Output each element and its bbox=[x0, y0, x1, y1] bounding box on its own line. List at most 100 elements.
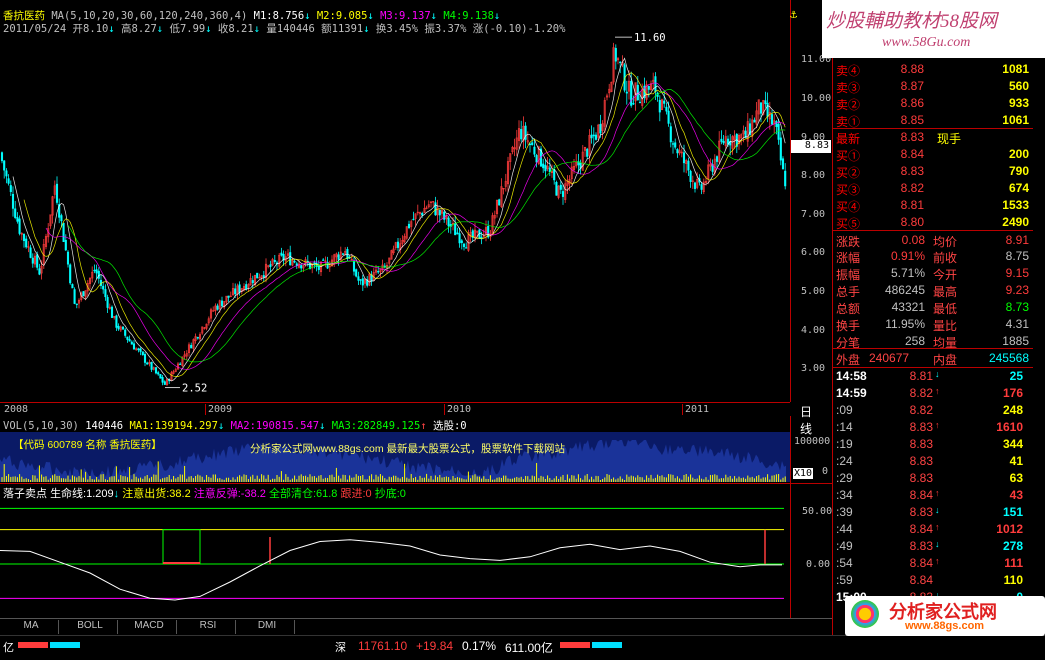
vol-axis-top: 100000 bbox=[794, 436, 831, 447]
tick-arrow: ↑ bbox=[935, 420, 940, 430]
candle-body bbox=[66, 251, 70, 265]
tab-dmi[interactable]: DMI bbox=[240, 620, 295, 634]
candle-body bbox=[619, 61, 622, 63]
tick-row[interactable]: :09 8.82 248 bbox=[833, 402, 1023, 419]
tick-row[interactable]: :34 8.84 ↑ 43 bbox=[833, 487, 1023, 504]
tick-price: 8.84 bbox=[909, 556, 933, 570]
tick-row[interactable]: :54 8.84 ↑ 111 bbox=[833, 555, 1023, 572]
indicator-chart[interactable] bbox=[0, 498, 790, 618]
bar-volume: 量140446 bbox=[266, 23, 315, 35]
period-label[interactable]: 日线 bbox=[800, 403, 812, 437]
candle-body bbox=[498, 199, 501, 206]
candle-body bbox=[599, 124, 602, 134]
index-value: 11761.10 bbox=[358, 639, 408, 653]
tick-row[interactable]: :49 8.83 ↓ 278 bbox=[833, 538, 1023, 555]
candle-body bbox=[93, 269, 96, 272]
bid-volume: 2490 bbox=[1002, 215, 1029, 229]
candle-body bbox=[689, 170, 692, 182]
ask-volume: 1061 bbox=[1002, 113, 1029, 127]
candle-body bbox=[443, 211, 446, 220]
tick-volume: 25 bbox=[1009, 369, 1023, 383]
bid-row[interactable]: 买① 8.84 200 bbox=[833, 146, 1033, 163]
ind-axis-50: 50.00 bbox=[802, 506, 833, 517]
ma-line-30 bbox=[67, 89, 786, 363]
tick-row[interactable]: :39 8.83 ↓ 151 bbox=[833, 504, 1023, 521]
tick-volume: 1012 bbox=[996, 522, 1023, 536]
anchor-icon[interactable]: ⚓ bbox=[790, 7, 797, 21]
candle-body bbox=[7, 178, 10, 184]
tick-row[interactable]: :59 8.84 110 bbox=[833, 572, 1023, 589]
candle-body bbox=[465, 247, 468, 249]
bid-row[interactable]: 买③ 8.82 674 bbox=[833, 180, 1033, 197]
price-tick-label: 8.00 bbox=[801, 170, 826, 182]
candle-body bbox=[590, 134, 593, 139]
tab-boll[interactable]: BOLL bbox=[63, 620, 118, 634]
tick-price: 8.83 bbox=[909, 471, 933, 485]
bid-row[interactable]: 买⑤ 8.80 2490 bbox=[833, 214, 1033, 231]
vol-value: 140446 bbox=[85, 420, 124, 432]
tab-macd[interactable]: MACD bbox=[122, 620, 177, 634]
candle-body bbox=[227, 295, 230, 298]
stat-v2: 8.75 bbox=[1005, 249, 1029, 263]
candle-body bbox=[766, 102, 769, 117]
tick-price: 8.83 bbox=[909, 505, 933, 519]
tick-arrow: ↑ bbox=[935, 556, 940, 566]
year-label: 2009 bbox=[205, 404, 232, 415]
candle-body bbox=[533, 146, 536, 155]
candle-body bbox=[722, 140, 725, 144]
price-tick-label: 3.00 bbox=[801, 363, 826, 375]
ask-row[interactable]: 卖② 8.86 933 bbox=[833, 95, 1033, 112]
candle-body bbox=[9, 185, 12, 192]
bid-volume: 674 bbox=[1008, 181, 1029, 195]
bar-amplitude: 振3.37% bbox=[424, 23, 467, 35]
tick-volume: 176 bbox=[1002, 386, 1023, 400]
bar-turnover: 换3.45% bbox=[375, 23, 418, 35]
tick-row[interactable]: :19 8.83 344 bbox=[833, 436, 1023, 453]
ask-row[interactable]: 卖③ 8.87 560 bbox=[833, 78, 1033, 95]
candle-body bbox=[462, 243, 466, 247]
stat-v1: 11.95% bbox=[885, 317, 925, 331]
index-amount: 611.00亿 bbox=[505, 641, 553, 655]
tick-volume: 111 bbox=[1004, 556, 1023, 570]
bid-row[interactable]: 买② 8.83 790 bbox=[833, 163, 1033, 180]
tab-ma[interactable]: MA bbox=[4, 620, 59, 634]
tick-row[interactable]: 14:58 8.81 ↓ 25 bbox=[833, 368, 1023, 385]
tick-row[interactable]: 14:59 8.82 ↑ 176 bbox=[833, 385, 1023, 402]
tick-row[interactable]: :44 8.84 ↑ 1012 bbox=[833, 521, 1023, 538]
candle-body bbox=[586, 148, 589, 157]
candle-body bbox=[97, 270, 100, 279]
vol-ma3: MA3:282849.125 bbox=[331, 420, 421, 432]
signal-box bbox=[162, 529, 201, 564]
index-label: 深 bbox=[335, 642, 346, 654]
candle-body bbox=[280, 252, 283, 256]
candle-body bbox=[352, 260, 356, 272]
tick-volume: 43 bbox=[1009, 488, 1023, 502]
vol-axis-unit: X10 bbox=[793, 468, 814, 479]
tick-time: :44 bbox=[836, 522, 853, 536]
candle-body bbox=[542, 163, 545, 169]
banner-ad: 分析家公式网www.88gs.com 最新最大股票公式，股票软件下载网站 bbox=[250, 443, 566, 455]
candle-body bbox=[658, 99, 661, 113]
price-chart[interactable]: 11.60 2.52 bbox=[0, 0, 790, 402]
candle-body bbox=[715, 156, 719, 162]
tick-row[interactable]: :24 8.83 41 bbox=[833, 453, 1023, 470]
candle-body bbox=[234, 288, 237, 295]
candle-body bbox=[216, 305, 219, 310]
bid-price: 8.82 bbox=[900, 181, 924, 195]
tick-time: :09 bbox=[836, 403, 853, 417]
watermark-bottom: 分析家公式网 www.88gs.com bbox=[845, 596, 1045, 636]
stat-v1: 486245 bbox=[884, 283, 925, 297]
tick-time: 14:58 bbox=[836, 369, 867, 383]
tick-row[interactable]: :14 8.83 ↑ 1610 bbox=[833, 419, 1023, 436]
tab-rsi[interactable]: RSI bbox=[181, 620, 236, 634]
stat-v1: 0.91% bbox=[890, 249, 925, 263]
ask-row[interactable]: 卖① 8.85 1061 bbox=[833, 112, 1033, 129]
bar-low: 低7.99 bbox=[169, 23, 206, 35]
ask-price: 8.85 bbox=[900, 113, 924, 127]
ask-row[interactable]: 卖④ 8.88 1081 bbox=[833, 61, 1033, 78]
vol-ma2: MA2:190815.547 bbox=[230, 420, 320, 432]
tick-row[interactable]: :29 8.83 63 bbox=[833, 470, 1023, 487]
bid-row[interactable]: 买④ 8.81 1533 bbox=[833, 197, 1033, 214]
candle-body bbox=[150, 361, 153, 370]
last-extra: 现手 bbox=[937, 132, 962, 146]
